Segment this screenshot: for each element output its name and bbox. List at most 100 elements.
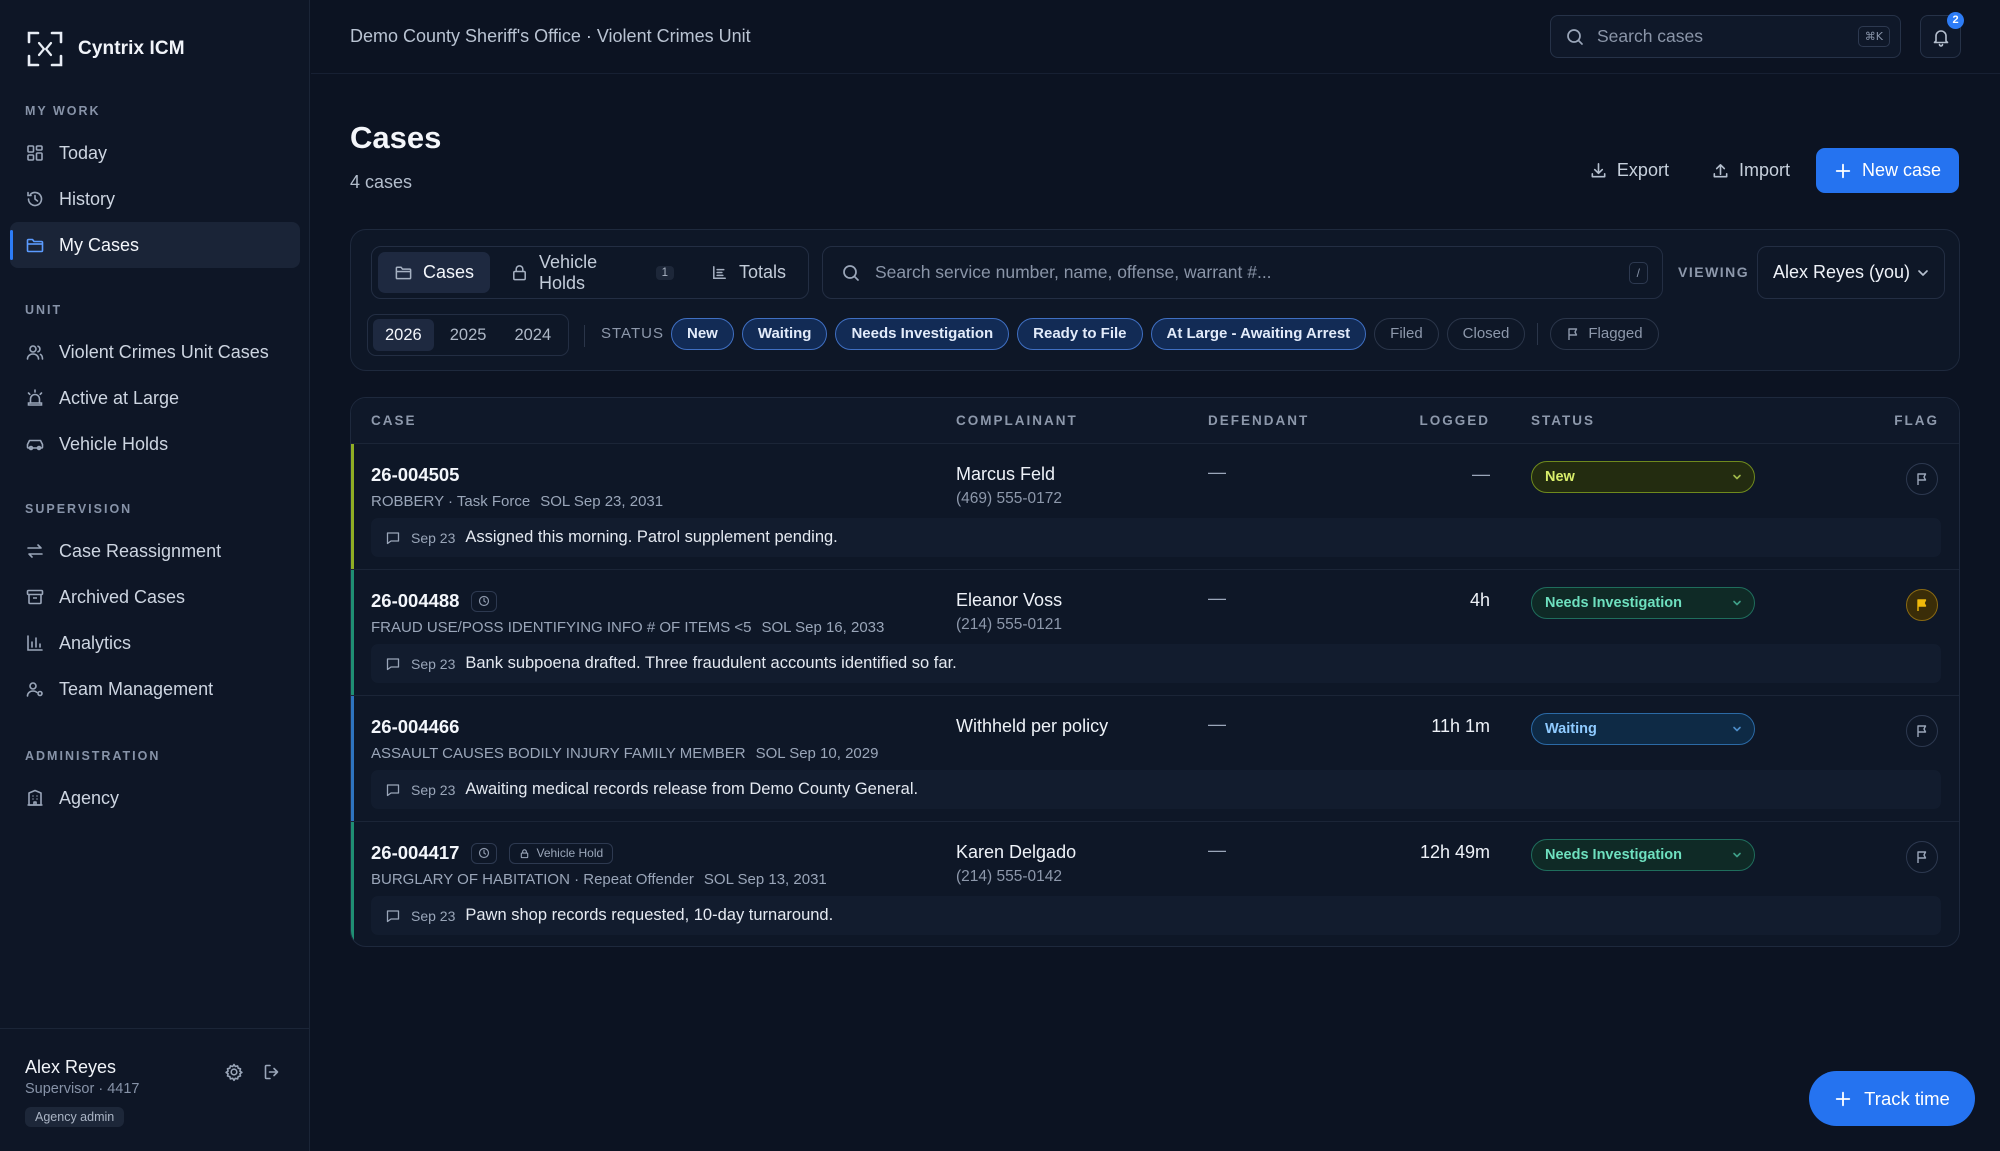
gear-icon[interactable] bbox=[224, 1062, 244, 1082]
year-2025[interactable]: 2025 bbox=[438, 319, 499, 351]
sidebar-item-label: Active at Large bbox=[59, 387, 180, 408]
case-id-text: 26-004466 bbox=[371, 716, 460, 737]
case-id-text: 26-004417 bbox=[371, 842, 460, 863]
defendant-cell: — bbox=[1208, 714, 1226, 734]
logged-cell: 12h 49m bbox=[1419, 842, 1490, 862]
car-icon bbox=[25, 434, 45, 454]
global-search-input[interactable]: Search cases ⌘K bbox=[1550, 15, 1901, 58]
year-selector: 2026 2025 2024 bbox=[367, 314, 570, 356]
offense-text: ROBBERY · Task Force bbox=[371, 493, 531, 510]
flag-icon bbox=[1915, 724, 1929, 738]
case-id-text: 26-004505 bbox=[371, 464, 460, 485]
case-offense: BURGLARY OF HABITATION · Repeat Offender… bbox=[371, 871, 827, 888]
column-header-complainant[interactable]: COMPLAINANT bbox=[956, 413, 1078, 428]
logged-cell: — bbox=[1472, 464, 1490, 484]
status-chip-new[interactable]: New bbox=[671, 318, 734, 350]
sidebar-item-my-cases[interactable]: My Cases bbox=[10, 222, 300, 268]
flag-toggle-button[interactable] bbox=[1906, 715, 1938, 747]
logout-icon[interactable] bbox=[262, 1062, 282, 1082]
flagged-filter-chip[interactable]: Flagged bbox=[1550, 318, 1659, 350]
header-actions: Export Import New case bbox=[1573, 148, 1959, 193]
flag-toggle-button[interactable] bbox=[1906, 463, 1938, 495]
case-number[interactable]: 26-004417 Vehicle Hold bbox=[371, 842, 614, 864]
case-number[interactable]: 26-004488 bbox=[371, 590, 498, 612]
table-row[interactable]: 26-004505 ROBBERY · Task Force SOL Sep 23… bbox=[351, 444, 1959, 570]
comment-icon bbox=[385, 656, 401, 672]
note-text: Bank subpoena drafted. Three fraudulent … bbox=[465, 654, 957, 672]
table-row[interactable]: 26-004417 Vehicle Hold BURGLARY OF HABIT… bbox=[351, 822, 1959, 946]
year-2024[interactable]: 2024 bbox=[502, 319, 563, 351]
case-search-input[interactable]: Search service number, name, offense, wa… bbox=[822, 246, 1663, 299]
user-actions bbox=[224, 1062, 282, 1082]
offense-text: ASSAULT CAUSES BODILY INJURY FAMILY MEMB… bbox=[371, 745, 746, 762]
status-chip-at-large[interactable]: At Large - Awaiting Arrest bbox=[1150, 318, 1367, 350]
status-dropdown[interactable]: Needs Investigation bbox=[1531, 587, 1755, 619]
status-chip-ready-to-file[interactable]: Ready to File bbox=[1017, 318, 1143, 350]
status-chip-closed[interactable]: Closed bbox=[1446, 318, 1526, 350]
sidebar-item-archived-cases[interactable]: Archived Cases bbox=[10, 574, 300, 620]
tab-vehicle-holds[interactable]: Vehicle Holds 1 bbox=[494, 252, 690, 293]
case-number[interactable]: 26-004466 bbox=[371, 716, 459, 738]
sidebar-item-today[interactable]: Today bbox=[10, 130, 300, 176]
sidebar-item-agency[interactable]: Agency bbox=[10, 775, 300, 821]
import-button[interactable]: Import bbox=[1695, 148, 1806, 193]
export-button[interactable]: Export bbox=[1573, 148, 1685, 193]
sidebar-item-label: My Cases bbox=[59, 234, 140, 255]
case-note[interactable]: Sep 23 Bank subpoena drafted. Three frau… bbox=[371, 644, 1941, 683]
sidebar-item-analytics[interactable]: Analytics bbox=[10, 620, 300, 666]
nav-section-administration: ADMINISTRATION Agency bbox=[0, 745, 310, 821]
case-note[interactable]: Sep 23 Awaiting medical records release … bbox=[371, 770, 1941, 809]
case-count: 4 cases bbox=[350, 172, 413, 192]
status-chip-needs-investigation[interactable]: Needs Investigation bbox=[835, 318, 1010, 350]
flag-toggle-button[interactable] bbox=[1906, 589, 1938, 621]
chevron-down-icon bbox=[1732, 850, 1742, 860]
case-offense: FRAUD USE/POSS IDENTIFYING INFO # OF ITE… bbox=[371, 619, 884, 636]
status-dropdown[interactable]: Waiting bbox=[1531, 713, 1755, 745]
sidebar-item-violent-crimes-unit-cases[interactable]: Violent Crimes Unit Cases bbox=[10, 329, 300, 375]
tab-totals[interactable]: Totals bbox=[694, 252, 802, 293]
tab-cases[interactable]: Cases bbox=[378, 252, 491, 293]
chevron-down-icon bbox=[1732, 724, 1742, 734]
list-icon bbox=[710, 263, 729, 282]
note-text: Pawn shop records requested, 10-day turn… bbox=[465, 906, 834, 924]
sidebar-item-active-at-large[interactable]: Active at Large bbox=[10, 375, 300, 421]
status-dropdown[interactable]: New bbox=[1531, 461, 1755, 493]
column-header-case[interactable]: CASE bbox=[371, 413, 417, 428]
top-bar: Demo County Sheriff's Office · Violent C… bbox=[311, 0, 2000, 74]
sidebar-item-history[interactable]: History bbox=[10, 176, 300, 222]
offense-text: FRAUD USE/POSS IDENTIFYING INFO # OF ITE… bbox=[371, 619, 752, 636]
complainant-cell: Marcus Feld (469) 555-0172 bbox=[956, 464, 1062, 508]
status-filter-label: STATUS bbox=[601, 325, 664, 342]
case-offense: ROBBERY · Task Force SOL Sep 23, 2031 bbox=[371, 493, 663, 510]
case-number[interactable]: 26-004505 bbox=[371, 464, 459, 486]
track-time-button[interactable]: Track time bbox=[1809, 1071, 1975, 1126]
brand[interactable]: Cyntrix ICM bbox=[26, 30, 185, 68]
case-note[interactable]: Sep 23 Pawn shop records requested, 10-d… bbox=[371, 896, 1941, 935]
notifications-button[interactable]: 2 bbox=[1920, 12, 1964, 58]
column-header-defendant[interactable]: DEFENDANT bbox=[1208, 413, 1309, 428]
sidebar-item-vehicle-holds[interactable]: Vehicle Holds bbox=[10, 421, 300, 467]
sidebar-item-label: Vehicle Holds bbox=[59, 433, 169, 454]
status-chips: New Waiting Needs Investigation Ready to… bbox=[671, 318, 1659, 350]
table-row[interactable]: 26-004466 ASSAULT CAUSES BODILY INJURY F… bbox=[351, 696, 1959, 822]
flag-toggle-button[interactable] bbox=[1906, 841, 1938, 873]
comment-icon bbox=[385, 782, 401, 798]
folder-icon bbox=[25, 235, 45, 255]
sidebar-item-team-management[interactable]: Team Management bbox=[10, 666, 300, 712]
column-header-status[interactable]: STATUS bbox=[1531, 413, 1595, 428]
app-name: Cyntrix ICM bbox=[78, 38, 185, 59]
column-header-logged[interactable]: LOGGED bbox=[1419, 413, 1490, 428]
year-2026[interactable]: 2026 bbox=[373, 319, 434, 351]
new-case-button[interactable]: New case bbox=[1815, 148, 1959, 193]
user-name: Alex Reyes bbox=[25, 1057, 117, 1077]
timer-badge bbox=[471, 842, 498, 864]
sidebar-item-label: Today bbox=[59, 142, 108, 163]
status-dropdown[interactable]: Needs Investigation bbox=[1531, 839, 1755, 871]
viewing-select[interactable]: Alex Reyes (you) bbox=[1757, 246, 1945, 299]
defendant-cell: — bbox=[1208, 840, 1226, 860]
case-note[interactable]: Sep 23 Assigned this morning. Patrol sup… bbox=[371, 518, 1941, 557]
table-row[interactable]: 26-004488 FRAUD USE/POSS IDENTIFYING INF… bbox=[351, 570, 1959, 696]
status-chip-waiting[interactable]: Waiting bbox=[741, 318, 828, 350]
sidebar-item-case-reassignment[interactable]: Case Reassignment bbox=[10, 528, 300, 574]
status-chip-filed[interactable]: Filed bbox=[1374, 318, 1439, 350]
